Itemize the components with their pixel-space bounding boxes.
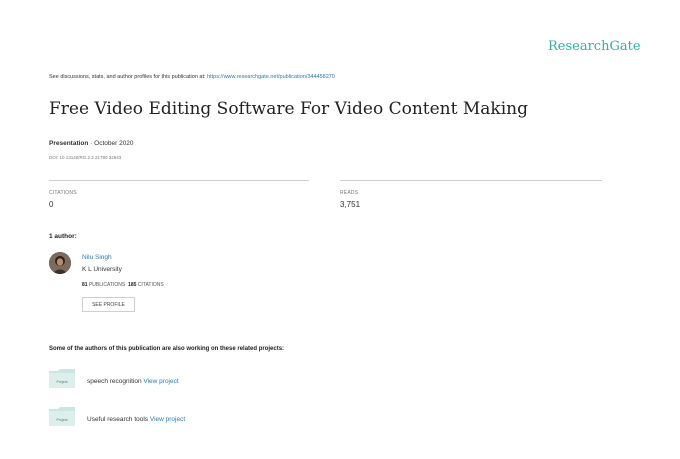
- publication-type: Presentation: [49, 140, 89, 147]
- project-badge-text: Project: [57, 380, 68, 384]
- reads-label: READS: [340, 190, 359, 196]
- related-projects-heading: Some of the authors of this publication …: [49, 346, 285, 352]
- project-item: Project: [49, 407, 75, 431]
- source-note-text: See discussions, stats, and author profi…: [49, 74, 206, 80]
- author-photo: [49, 252, 71, 274]
- view-project-link[interactable]: View project: [150, 416, 185, 423]
- author-affiliation: K L University: [82, 266, 122, 273]
- citations-divider: [49, 180, 309, 181]
- project-folder-icon: Project: [49, 407, 75, 426]
- author-name-link[interactable]: Nilu Singh: [82, 254, 112, 261]
- author-publications-label: PUBLICATIONS: [88, 282, 126, 288]
- citations-label: CITATIONS: [49, 190, 77, 196]
- view-project-link[interactable]: View project: [143, 378, 178, 385]
- project-item: Project: [49, 369, 75, 393]
- project-name: speech recognition: [87, 378, 142, 385]
- author-publications-count: 81: [82, 282, 88, 288]
- project-line: Useful research tools View project: [87, 416, 185, 423]
- doi: DOI: 10.13140/RG.2.2.21780.32643: [49, 155, 122, 160]
- citations-value: 0: [49, 200, 54, 209]
- source-note: See discussions, stats, and author profi…: [49, 74, 335, 80]
- author-metrics: 81 PUBLICATIONS 185 CITATIONS: [82, 282, 164, 288]
- publication-title: Free Video Editing Software For Video Co…: [49, 99, 528, 119]
- publication-type-line: Presentation · October 2020: [49, 140, 134, 147]
- reads-value: 3,751: [340, 200, 361, 209]
- project-line: speech recognition View project: [87, 378, 179, 385]
- project-folder-icon: Project: [49, 369, 75, 388]
- project-name: Useful research tools: [87, 416, 149, 423]
- author-avatar[interactable]: [49, 252, 71, 274]
- researchgate-logo[interactable]: ResearchGate: [548, 39, 641, 54]
- authors-heading: 1 author:: [49, 233, 77, 240]
- reads-divider: [340, 180, 602, 181]
- see-profile-button[interactable]: SEE PROFILE: [82, 297, 135, 312]
- publication-date: · October 2020: [88, 140, 134, 147]
- publication-url-link[interactable]: https://www.researchgate.net/publication…: [207, 74, 335, 80]
- author-citations-count: 185: [128, 282, 137, 288]
- author-citations-label: CITATIONS: [137, 282, 164, 288]
- project-badge-text: Project: [57, 418, 68, 422]
